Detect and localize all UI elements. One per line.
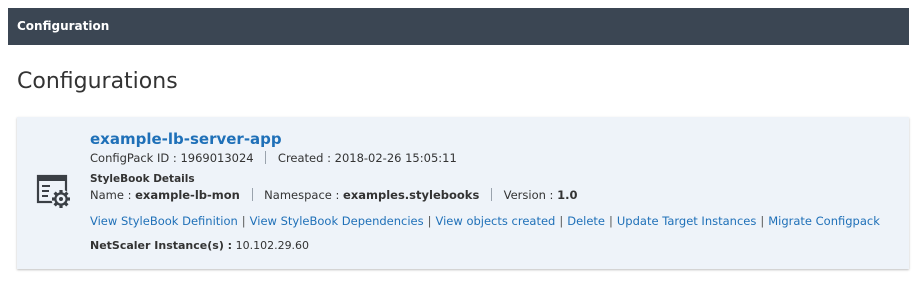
link-separator: | [559,214,564,228]
delete-link[interactable]: Delete [567,214,605,228]
action-links: View StyleBook Definition | View StyleBook… [90,213,880,229]
divider [265,151,267,164]
header-title: Configuration [17,19,110,33]
update-target-instances-link[interactable]: Update Target Instances [617,214,756,228]
instances-value: 10.102.29.60 [235,239,310,252]
configuration-gear-icon [35,173,75,213]
namespace-value: examples.stylebooks [343,188,480,202]
link-separator: | [760,214,765,228]
configpack-id-label: ConfigPack ID : [90,151,177,165]
configpack-meta: ConfigPack ID : 1969013024 Created : 201… [90,150,457,166]
configpack-id-value: 1969013024 [180,151,254,165]
migrate-configpack-link[interactable]: Migrate Configpack [768,214,880,228]
link-separator: | [241,214,246,228]
stylebook-details-heading: StyleBook Details [90,173,195,185]
page-root: Configuration Configurations example-lb-… [0,0,921,286]
version-value: 1.0 [557,188,578,202]
configpack-name-link[interactable]: example-lb-server-app [90,129,282,149]
namespace-label: Namespace : [264,188,340,202]
divider [490,188,492,201]
stylebook-details: Name : example-lb-mon Namespace : exampl… [90,187,577,203]
divider [251,188,253,201]
view-stylebook-definition-link[interactable]: View StyleBook Definition [90,214,238,228]
instances-label: NetScaler Instance(s) : [90,239,233,252]
netscaler-instances: NetScaler Instance(s) : 10.102.29.60 [90,238,309,254]
configpack-card: example-lb-server-app ConfigPack ID : 19… [17,117,909,269]
created-value: 2018-02-26 15:05:11 [334,151,457,165]
stylebook-name-label: Name : [90,188,132,202]
version-label: Version : [503,188,554,202]
view-objects-created-link[interactable]: View objects created [436,214,556,228]
created-label: Created : [277,151,331,165]
view-stylebook-dependencies-link[interactable]: View StyleBook Dependencies [250,214,424,228]
link-separator: | [609,214,613,228]
page-title: Configurations [17,69,178,94]
stylebook-name-value: example-lb-mon [135,188,240,202]
link-separator: | [427,214,432,228]
top-header-bar: Configuration [8,8,909,45]
